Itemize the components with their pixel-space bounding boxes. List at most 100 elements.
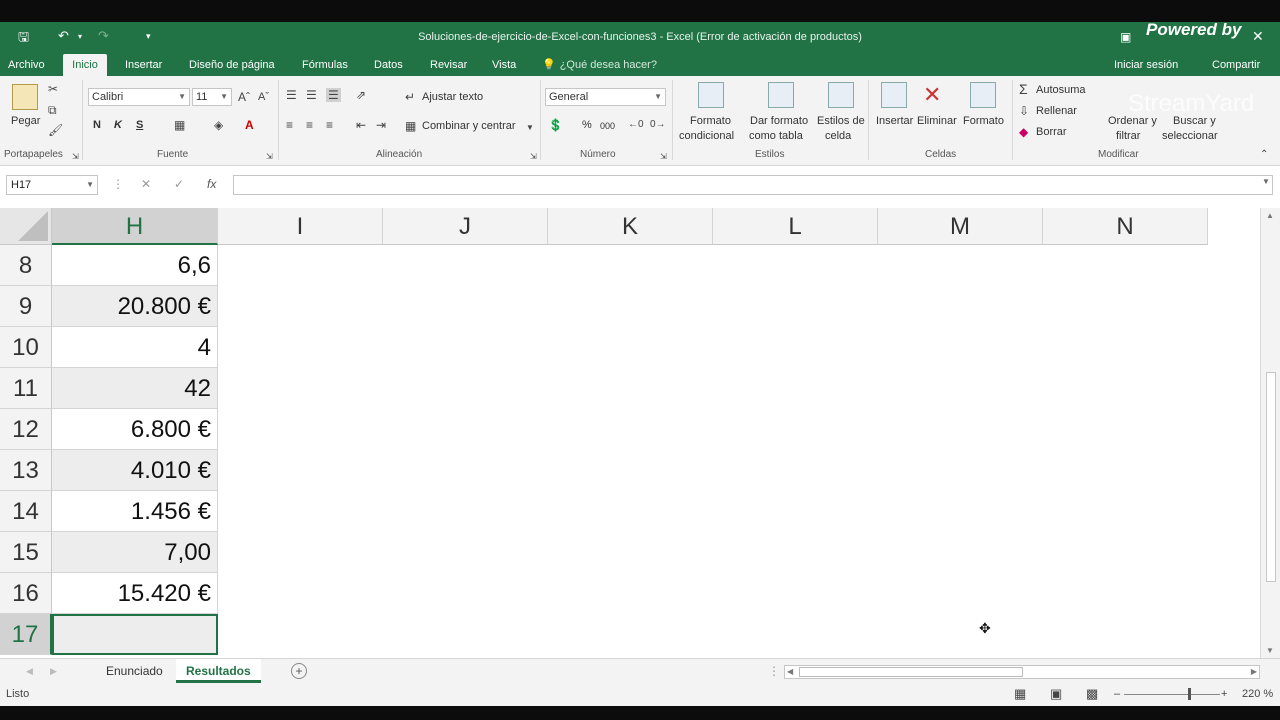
format-as-table-icon[interactable]: [768, 82, 794, 108]
zoom-slider-track[interactable]: [1124, 694, 1220, 695]
vertical-scroll-thumb[interactable]: [1266, 372, 1276, 582]
zoom-slider-knob[interactable]: [1188, 688, 1191, 700]
vertical-scrollbar[interactable]: ▲ ▼: [1260, 208, 1280, 658]
orientation-icon[interactable]: ⇗: [356, 88, 366, 102]
paste-label[interactable]: Pegar: [11, 115, 40, 127]
find-select-label-2[interactable]: seleccionar: [1162, 130, 1218, 142]
clipboard-launcher-icon[interactable]: ⇲: [72, 150, 79, 164]
page-break-view-icon[interactable]: ▩: [1086, 686, 1098, 702]
wrap-text-button[interactable]: Ajustar texto: [422, 91, 483, 103]
normal-view-icon[interactable]: ▦: [1014, 686, 1026, 702]
merge-center-button[interactable]: Combinar y centrar: [422, 120, 516, 132]
currency-icon[interactable]: 💲: [548, 118, 563, 132]
enter-icon[interactable]: ✓: [174, 177, 184, 191]
page-layout-view-icon[interactable]: ▣: [1050, 686, 1062, 702]
share-button[interactable]: Compartir: [1212, 54, 1260, 76]
number-format-combo[interactable]: General ▼: [545, 88, 666, 106]
row-header[interactable]: 8: [0, 245, 52, 286]
decrease-indent-icon[interactable]: ⇤: [356, 118, 366, 132]
cell-styles-label-1[interactable]: Estilos de: [817, 115, 865, 127]
row-header[interactable]: 14: [0, 491, 52, 532]
active-cell[interactable]: [52, 614, 218, 655]
tab-archivo[interactable]: Archivo: [2, 54, 51, 76]
row-header[interactable]: 17: [0, 614, 52, 655]
underline-button[interactable]: S: [136, 119, 143, 131]
cell-styles-icon[interactable]: [828, 82, 854, 108]
column-header-l[interactable]: L: [713, 208, 878, 245]
conditional-format-icon[interactable]: [698, 82, 724, 108]
tab-formulas[interactable]: Fórmulas: [296, 54, 354, 76]
zoom-level[interactable]: 220 %: [1242, 688, 1273, 700]
table-cell[interactable]: 4.010 €: [52, 450, 218, 491]
scroll-up-icon[interactable]: ▲: [1266, 211, 1274, 220]
autosum-button[interactable]: Autosuma: [1036, 84, 1086, 96]
align-top-icon[interactable]: ☰: [286, 88, 297, 102]
paste-icon[interactable]: [12, 84, 38, 110]
close-icon[interactable]: ✕: [1252, 28, 1264, 45]
column-header-j[interactable]: J: [383, 208, 548, 245]
borders-icon[interactable]: ▦: [174, 118, 185, 132]
add-sheet-button[interactable]: +: [291, 663, 307, 679]
fill-color-icon[interactable]: ◈: [214, 118, 223, 132]
expand-formula-icon[interactable]: ▼: [1262, 177, 1270, 186]
select-all-corner[interactable]: [0, 208, 52, 245]
align-left-icon[interactable]: ≡: [286, 118, 293, 132]
align-middle-icon[interactable]: ☰: [306, 88, 317, 102]
insert-cells-icon[interactable]: [881, 82, 907, 108]
align-right-icon[interactable]: ≡: [326, 118, 333, 132]
fill-button[interactable]: Rellenar: [1036, 105, 1077, 117]
insert-cells-label[interactable]: Insertar: [876, 115, 913, 127]
table-cell[interactable]: 6,6: [52, 245, 218, 286]
increase-indent-icon[interactable]: ⇥: [376, 118, 386, 132]
tell-me-box[interactable]: 💡 ¿Qué desea hacer?: [542, 54, 657, 76]
font-name-combo[interactable]: Calibri ▼: [88, 88, 190, 106]
format-as-table-label-2[interactable]: como tabla: [749, 130, 803, 142]
table-cell[interactable]: 7,00: [52, 532, 218, 573]
insert-function-icon[interactable]: fx: [207, 177, 216, 191]
prev-sheet-icon[interactable]: ◀: [16, 659, 43, 683]
bold-button[interactable]: N: [93, 119, 101, 131]
cut-icon[interactable]: ✂: [48, 82, 58, 96]
sign-in-link[interactable]: Iniciar sesión: [1114, 54, 1178, 76]
row-header[interactable]: 9: [0, 286, 52, 327]
delete-cells-icon[interactable]: ✕: [923, 82, 941, 108]
decrease-decimal-icon[interactable]: 0→: [650, 118, 666, 132]
ribbon-display-icon[interactable]: ▣: [1120, 30, 1131, 44]
table-cell[interactable]: 42: [52, 368, 218, 409]
column-header-k[interactable]: K: [548, 208, 713, 245]
italic-button[interactable]: K: [114, 119, 122, 131]
zoom-out-icon[interactable]: –: [1114, 688, 1120, 700]
format-as-table-label-1[interactable]: Dar formato: [750, 115, 808, 127]
tab-datos[interactable]: Datos: [368, 54, 409, 76]
column-header-n[interactable]: N: [1043, 208, 1208, 245]
align-center-icon[interactable]: ≡: [306, 118, 313, 132]
column-header-h[interactable]: H: [52, 208, 218, 245]
zoom-in-icon[interactable]: +: [1221, 688, 1227, 700]
tab-vista[interactable]: Vista: [486, 54, 522, 76]
scroll-left-icon[interactable]: ◀: [787, 667, 793, 676]
sort-filter-label-2[interactable]: filtrar: [1116, 130, 1140, 142]
sheet-tab-resultados[interactable]: Resultados: [176, 659, 261, 683]
percent-button[interactable]: %: [582, 119, 592, 131]
formula-input[interactable]: [233, 175, 1273, 195]
row-header[interactable]: 12: [0, 409, 52, 450]
alignment-launcher-icon[interactable]: ⇲: [530, 150, 537, 164]
format-painter-icon[interactable]: 🖌: [48, 123, 63, 137]
row-header[interactable]: 15: [0, 532, 52, 573]
font-size-combo[interactable]: 11 ▼: [192, 88, 232, 106]
decrease-font-icon[interactable]: Aˇ: [258, 90, 269, 104]
tab-inicio[interactable]: Inicio: [63, 54, 107, 76]
font-launcher-icon[interactable]: ⇲: [266, 150, 273, 164]
font-color-icon[interactable]: A: [245, 118, 254, 132]
table-cell[interactable]: 15.420 €: [52, 573, 218, 614]
copy-icon[interactable]: ⧉: [48, 103, 57, 117]
scroll-down-icon[interactable]: ▼: [1266, 646, 1274, 655]
name-box[interactable]: H17 ▼: [6, 175, 98, 195]
cancel-icon[interactable]: ✕: [141, 177, 151, 191]
conditional-format-label-2[interactable]: condicional: [679, 130, 734, 142]
conditional-format-label-1[interactable]: Formato: [690, 115, 731, 127]
tab-insertar[interactable]: Insertar: [119, 54, 168, 76]
tab-revisar[interactable]: Revisar: [424, 54, 473, 76]
format-cells-label[interactable]: Formato: [963, 115, 1004, 127]
horizontal-scroll-thumb[interactable]: [799, 667, 1023, 677]
